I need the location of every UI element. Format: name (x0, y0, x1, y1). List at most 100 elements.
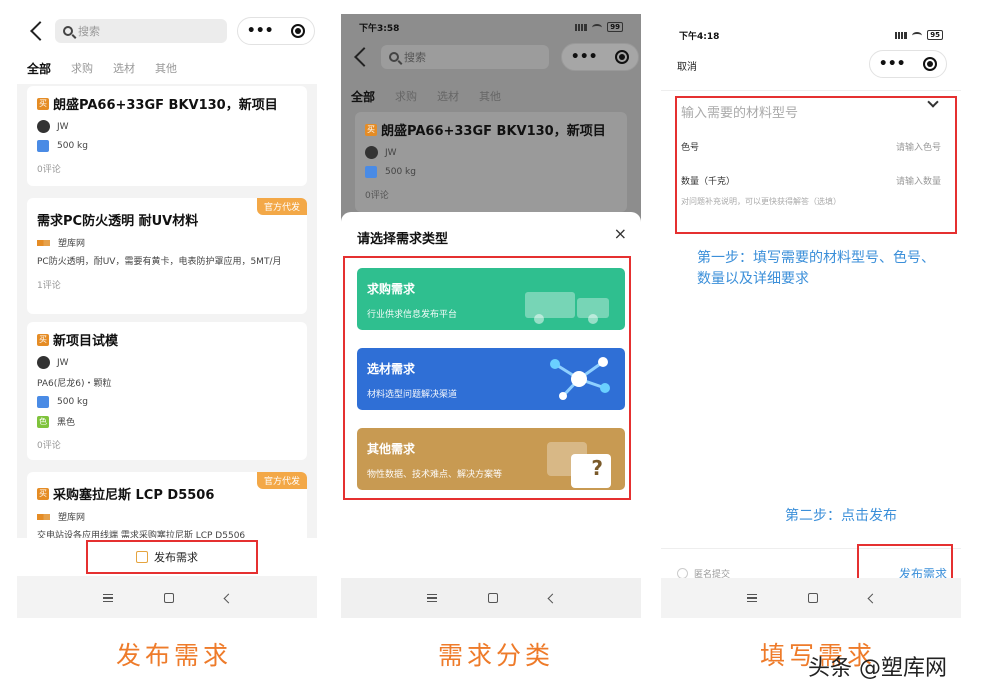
phone-publish-list: 搜索 ••• 全部 求购 选材 其他 买朗盛PA66+33GF BKV130，新… (17, 14, 317, 618)
highlight-box (86, 540, 258, 574)
status-bar: 下午3:58 99 (341, 14, 641, 40)
quantity-icon (37, 140, 49, 152)
quantity: 500 kg (57, 141, 88, 151)
filter-tabs: 全部 求购 选材 其他 (27, 60, 177, 77)
top-bar: 搜索 ••• (341, 40, 641, 74)
quantity-icon (365, 166, 377, 178)
tab-selection[interactable]: 选材 (437, 88, 459, 105)
back-nav-icon[interactable] (547, 593, 557, 603)
menu-icon[interactable] (426, 594, 437, 602)
signal-icon (575, 23, 588, 31)
highlight-box (675, 96, 957, 234)
step2-note: 第二步：点击发布 (785, 508, 897, 524)
card-title: 朗盛PA66+33GF BKV130，新项目 (53, 98, 278, 113)
sukuwang-logo-icon (37, 513, 50, 520)
status-time: 下午3:58 (359, 23, 400, 34)
avatar (365, 146, 378, 159)
tab-all[interactable]: 全部 (351, 88, 375, 105)
system-nav-bar (661, 578, 961, 618)
step1-note: 第一步：填写需要的材料型号、色号、数量以及详细要求 (697, 250, 935, 287)
system-nav-bar (341, 578, 641, 618)
home-icon[interactable] (163, 593, 174, 603)
quantity: 500 kg (385, 167, 416, 177)
filter-tabs: 全部 求购 选材 其他 (351, 88, 501, 105)
search-placeholder: 搜索 (404, 51, 426, 64)
card-title: 朗盛PA66+33GF BKV130，新项目 (381, 124, 606, 139)
phone-fill-demand: 下午4:18 95 取消 ••• 输入需要的材料型号 色号 请输入色号 数量（千… (661, 14, 961, 618)
official-tag: 官方代发 (256, 472, 307, 489)
cancel-button[interactable]: 取消 (677, 58, 697, 73)
color-badge: 色 (37, 415, 49, 428)
battery-icon: 95 (927, 30, 943, 40)
more-icon[interactable]: ••• (571, 49, 598, 65)
demand-card[interactable]: 买朗盛PA66+33GF BKV130，新项目 JW 500 kg 0评论 (27, 86, 307, 186)
wifi-icon (912, 31, 923, 39)
home-icon[interactable] (807, 593, 818, 603)
back-icon[interactable] (354, 47, 374, 67)
watermark: 头条 @塑库网 (808, 656, 947, 681)
back-nav-icon[interactable] (867, 593, 877, 603)
more-icon[interactable]: ••• (879, 56, 906, 72)
back-icon[interactable] (30, 21, 50, 41)
phone-demand-type: 下午3:58 99 搜索 ••• 全部 求购 选材 其他 买朗盛PA66+33G… (341, 14, 641, 618)
search-icon (63, 26, 73, 36)
tab-purchase[interactable]: 求购 (71, 60, 93, 77)
mini-program-capsule[interactable]: ••• (869, 50, 947, 78)
signal-icon (895, 31, 908, 39)
close-icon[interactable]: × (614, 224, 627, 243)
tab-selection[interactable]: 选材 (113, 60, 135, 77)
tab-other[interactable]: 其他 (479, 88, 501, 105)
battery-icon: 99 (607, 22, 623, 32)
user-name: JW (57, 357, 69, 368)
color-value: 黑色 (57, 418, 76, 428)
buy-badge: 买 (37, 487, 49, 500)
search-icon (389, 52, 399, 62)
quantity: 500 kg (57, 397, 88, 407)
demand-card[interactable]: 买朗盛PA66+33GF BKV130，新项目 JW 500 kg 0评论 (355, 112, 627, 212)
user-name: JW (385, 147, 397, 158)
card-title: 采购塞拉尼斯 LCP D5506 (53, 488, 215, 503)
card-title: 需求PC防火透明 耐UV材料 (37, 214, 199, 229)
buy-badge: 买 (37, 97, 49, 110)
comment-count: 1评论 (37, 281, 61, 291)
search-input[interactable]: 搜索 (381, 45, 549, 69)
caption-classify: 需求分类 (438, 641, 555, 670)
comment-count: 0评论 (37, 165, 61, 175)
user-name: 塑库网 (58, 513, 86, 523)
comment-count: 0评论 (37, 441, 61, 451)
back-nav-icon[interactable] (223, 593, 233, 603)
card-title: 新项目试模 (53, 334, 119, 349)
highlight-box (343, 256, 631, 500)
top-bar: 搜索 ••• (17, 14, 317, 48)
status-time: 下午4:18 (679, 31, 720, 42)
user-name: 塑库网 (58, 239, 86, 249)
tab-all[interactable]: 全部 (27, 60, 51, 77)
demand-card[interactable]: 官方代发 需求PC防火透明 耐UV材料 塑库网 PC防火透明，耐UV，需要有黄卡… (27, 198, 307, 314)
demand-type-sheet: 请选择需求类型 × 求购需求 行业供求信息发布平台 选材需求 材料选型问题解决渠… (341, 212, 641, 592)
menu-icon[interactable] (102, 594, 113, 602)
card-description: PC防火透明，耐UV，需要有黄卡，电表防护罩应用，5MT/月 (37, 257, 282, 267)
tab-other[interactable]: 其他 (155, 60, 177, 77)
close-target-icon[interactable] (291, 24, 306, 38)
user-name: JW (57, 121, 69, 132)
close-target-icon[interactable] (615, 50, 630, 64)
home-icon[interactable] (487, 593, 498, 603)
search-input[interactable]: 搜索 (55, 19, 227, 43)
buy-badge: 买 (365, 123, 377, 136)
more-icon[interactable]: ••• (247, 23, 274, 39)
quantity-icon (37, 396, 49, 408)
demand-card[interactable]: 买新项目试模 JW PA6(尼龙6)・颗粒 500 kg 色黑色 0评论 (27, 322, 307, 460)
close-target-icon[interactable] (923, 57, 938, 71)
avatar (37, 120, 50, 133)
sheet-title: 请选择需求类型 (357, 232, 449, 247)
menu-icon[interactable] (746, 594, 757, 602)
mini-program-capsule[interactable]: ••• (561, 43, 639, 71)
official-tag: 官方代发 (256, 198, 307, 215)
status-bar: 下午4:18 95 (661, 22, 961, 48)
system-nav-bar (17, 578, 317, 618)
mini-program-capsule[interactable]: ••• (237, 17, 315, 45)
buy-badge: 买 (37, 333, 49, 346)
avatar (37, 356, 50, 369)
comment-count: 0评论 (365, 191, 389, 201)
tab-purchase[interactable]: 求购 (395, 88, 417, 105)
